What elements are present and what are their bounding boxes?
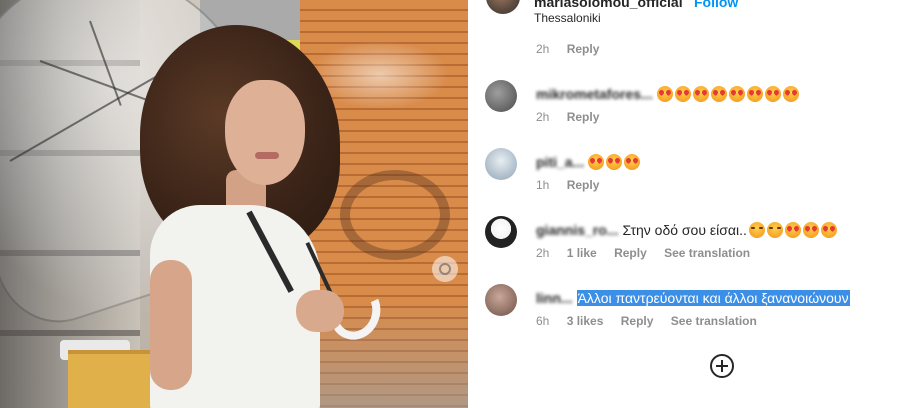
post-author-username[interactable]: mariasolomou_official	[534, 0, 683, 10]
comments-panel: mariasolomou_official Follow Thessalonik…	[468, 0, 900, 408]
star-struck-emoji-icon	[710, 86, 727, 102]
comment-time: 2h	[536, 246, 550, 260]
comment-meta: 2h Reply	[536, 110, 613, 124]
shelf	[0, 330, 140, 336]
post-location[interactable]: Thessaloniki	[534, 11, 601, 25]
star-struck-emoji-icon	[784, 222, 801, 238]
star-struck-emoji-icon	[746, 86, 763, 102]
comment-text: giannis_ro... Στην οδό σου είσαι..	[536, 222, 839, 238]
star-struck-emoji-icon	[802, 222, 819, 238]
graffiti-mark	[340, 170, 450, 260]
comment-text: piti_a...	[536, 154, 642, 170]
comment-meta: 2h Reply	[536, 42, 613, 56]
laughing-emoji-icon	[766, 222, 783, 238]
comment-item: linn... Άλλοι παντρεύονται και άλλοι ξαν…	[468, 282, 900, 332]
star-struck-emoji-icon	[624, 154, 641, 170]
likes-count[interactable]: 3 likes	[567, 314, 604, 328]
commenter-avatar[interactable]	[485, 80, 517, 112]
commenter-username[interactable]: piti_a...	[536, 154, 584, 170]
star-struck-emoji-icon	[692, 86, 709, 102]
commenter-username[interactable]: linn...	[536, 290, 573, 306]
comment-item: giannis_ro... Στην οδό σου είσαι.. 2h 1 …	[468, 214, 900, 264]
comment-meta: 1h Reply	[536, 178, 613, 192]
reply-button[interactable]: Reply	[567, 42, 600, 56]
reply-button[interactable]: Reply	[621, 314, 654, 328]
comment-item: mikrometafores... 2h Reply	[468, 78, 900, 128]
likes-count[interactable]: 1 like	[567, 246, 597, 260]
comment-text: linn... Άλλοι παντρεύονται και άλλοι ξαν…	[536, 290, 852, 306]
comment-item: piti_a... 1h Reply	[468, 146, 900, 196]
commenter-username[interactable]: giannis_ro...	[536, 222, 618, 238]
comment-time: 6h	[536, 314, 550, 328]
comment-time: 1h	[536, 178, 550, 192]
commenter-avatar[interactable]	[485, 148, 517, 180]
comment-meta: 6h 3 likes Reply See translation	[536, 314, 771, 328]
comment-time: 2h	[536, 110, 550, 124]
post-author-avatar[interactable]	[486, 0, 520, 14]
star-struck-emoji-icon	[656, 86, 673, 102]
plus-circle-icon[interactable]	[710, 354, 734, 378]
post-photo[interactable]	[0, 0, 468, 408]
comment-body-selected: Άλλοι παντρεύονται και άλλοι ξανανοιώνου…	[576, 290, 850, 306]
reply-button[interactable]: Reply	[567, 178, 600, 192]
person-arm	[150, 260, 192, 390]
star-struck-emoji-icon	[782, 86, 799, 102]
laughing-emoji-icon	[748, 222, 765, 238]
see-translation-link[interactable]: See translation	[664, 246, 750, 260]
star-struck-emoji-icon	[728, 86, 745, 102]
reply-button[interactable]: Reply	[614, 246, 647, 260]
crate	[68, 350, 152, 408]
star-struck-emoji-icon	[588, 154, 605, 170]
commenter-avatar[interactable]	[485, 284, 517, 316]
person-lips	[255, 152, 279, 159]
star-struck-emoji-icon	[674, 86, 691, 102]
see-translation-link[interactable]: See translation	[671, 314, 757, 328]
comment-body: Στην οδό σου είσαι..	[622, 222, 747, 238]
commenter-avatar[interactable]	[485, 216, 517, 248]
star-struck-emoji-icon	[820, 222, 837, 238]
star-struck-emoji-icon	[764, 86, 781, 102]
person-hand	[296, 290, 344, 332]
carousel-next-button[interactable]	[432, 256, 458, 282]
star-struck-emoji-icon	[606, 154, 623, 170]
follow-button[interactable]: Follow	[694, 0, 738, 10]
reply-button[interactable]: Reply	[567, 110, 600, 124]
carousel-arrow-icon	[439, 263, 451, 275]
comment-text: mikrometafores...	[536, 86, 801, 102]
commenter-username[interactable]: mikrometafores...	[536, 86, 653, 102]
person-face	[225, 80, 305, 185]
comment-meta: 2h 1 like Reply See translation	[536, 246, 764, 260]
comment-time: 2h	[536, 42, 550, 56]
